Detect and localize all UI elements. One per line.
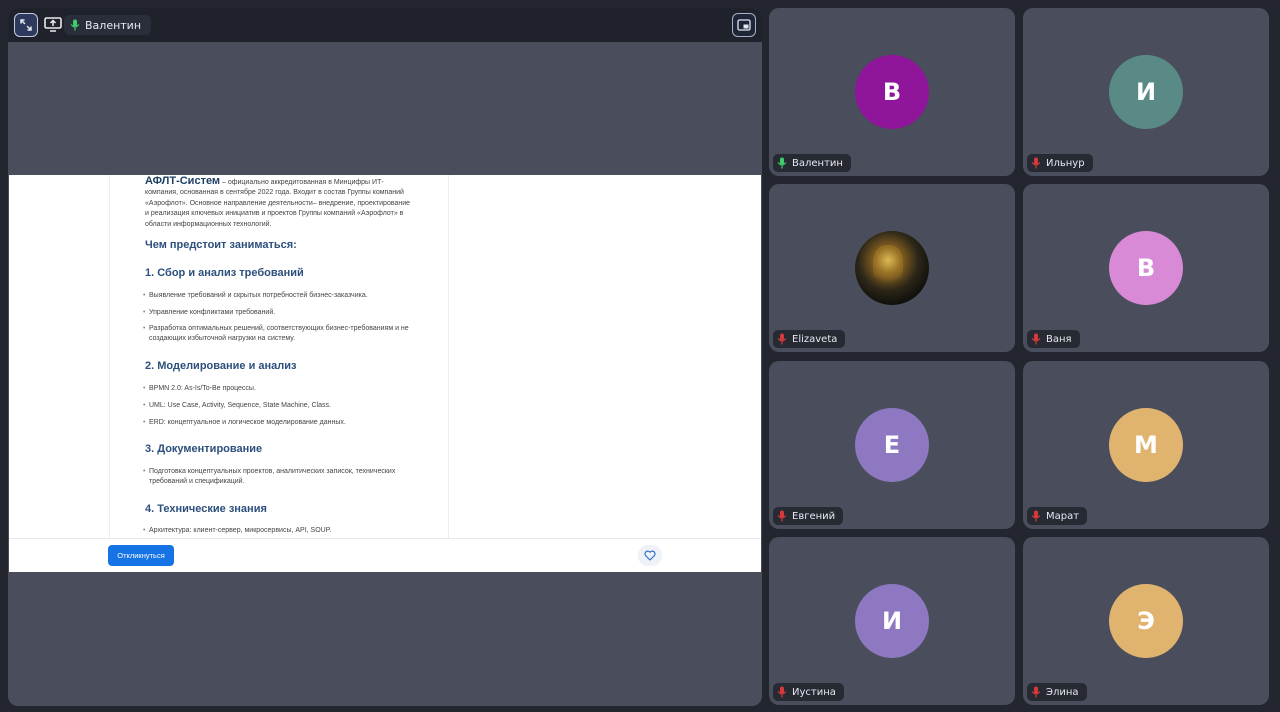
avatar: И [855, 584, 929, 658]
list-item: BPMN 2.0: As-Is/To-Be процессы. [143, 384, 415, 395]
name-chip: Ильнур [1027, 154, 1093, 172]
participant-tile[interactable]: Е Евгений [769, 361, 1015, 529]
section-title: 3. Документирование [145, 443, 263, 455]
microphone-muted-icon [1031, 686, 1041, 698]
section-title: 2. Моделирование и анализ [145, 360, 297, 372]
list-item: Подготовка концептуальных проектов, анал… [143, 467, 415, 488]
name-chip: Евгений [773, 507, 844, 525]
list-item: Управление конфликтами требований. [143, 308, 415, 319]
participant-tile[interactable]: В Ваня [1023, 184, 1269, 352]
participant-tile[interactable]: Э Элина [1023, 537, 1269, 705]
avatar: Е [855, 408, 929, 482]
tasks-heading: Чем предстоит заниматься: [145, 239, 297, 251]
participant-name: Валентин [792, 157, 843, 169]
microphone-muted-icon [777, 510, 787, 522]
list-item: Архитектура: клиент-сервер, микросервисы… [143, 526, 415, 537]
vacancy-document: АФЛТ-Систем – официально аккредитованная… [109, 175, 449, 538]
name-chip: Elizaveta [773, 330, 846, 348]
active-speaker-name: Валентин [85, 18, 142, 32]
active-speaker-chip: Валентин [64, 15, 152, 35]
microphone-muted-icon [1031, 333, 1041, 345]
participant-tile[interactable]: В Валентин [769, 8, 1015, 176]
company-intro: АФЛТ-Систем – официально аккредитованная… [145, 176, 415, 230]
avatar-photo [855, 231, 929, 305]
document-footer: Откликнуться [9, 538, 761, 572]
section-title: 1. Сбор и анализ требований [145, 267, 304, 279]
avatar: В [1109, 231, 1183, 305]
picture-in-picture-icon[interactable] [732, 13, 756, 37]
avatar: В [855, 55, 929, 129]
participant-name: Ваня [1046, 333, 1072, 345]
name-chip: Валентин [773, 154, 851, 172]
name-chip: Ваня [1027, 330, 1080, 348]
participant-name: Иустина [792, 686, 836, 698]
collapse-arrows-icon[interactable] [14, 13, 38, 37]
microphone-icon [70, 19, 80, 31]
screen-share-stage: Валентин АФЛТ-Систем – официально аккред… [8, 8, 762, 706]
participant-name: Элина [1046, 686, 1079, 698]
avatar: Э [1109, 584, 1183, 658]
avatar: И [1109, 55, 1183, 129]
company-name: АФЛТ-Систем [145, 175, 221, 187]
participant-name: Марат [1046, 510, 1080, 522]
name-chip: Иустина [773, 683, 844, 701]
participant-tile[interactable]: И Иустина [769, 537, 1015, 705]
participant-name: Elizaveta [792, 333, 838, 345]
screen-share-icon [44, 17, 62, 32]
apply-button[interactable]: Откликнуться [108, 545, 174, 566]
microphone-muted-icon [1031, 157, 1041, 169]
microphone-icon [777, 157, 787, 169]
name-chip: Элина [1027, 683, 1087, 701]
participant-tile[interactable]: М Марат [1023, 361, 1269, 529]
list-item: Разработка оптимальных решений, соответс… [143, 324, 415, 345]
shared-screen: АФЛТ-Систем – официально аккредитованная… [9, 175, 761, 572]
participant-tile[interactable]: И Ильнур [1023, 8, 1269, 176]
microphone-muted-icon [1031, 510, 1041, 522]
participant-tile[interactable]: Elizaveta [769, 184, 1015, 352]
microphone-muted-icon [777, 333, 787, 345]
microphone-muted-icon [777, 686, 787, 698]
section-title: 4. Технические знания [145, 503, 267, 515]
list-item: ERD: концептуальное и логическое моделир… [143, 418, 415, 429]
avatar: М [1109, 408, 1183, 482]
list-item: Выявление требований и скрытых потребнос… [143, 291, 415, 302]
participant-name: Ильнур [1046, 157, 1085, 169]
stage-toolbar: Валентин [8, 8, 762, 42]
participant-name: Евгений [792, 510, 836, 522]
heart-icon[interactable] [638, 545, 662, 566]
list-item: UML: Use Case, Activity, Sequence, State… [143, 401, 415, 412]
name-chip: Марат [1027, 507, 1088, 525]
